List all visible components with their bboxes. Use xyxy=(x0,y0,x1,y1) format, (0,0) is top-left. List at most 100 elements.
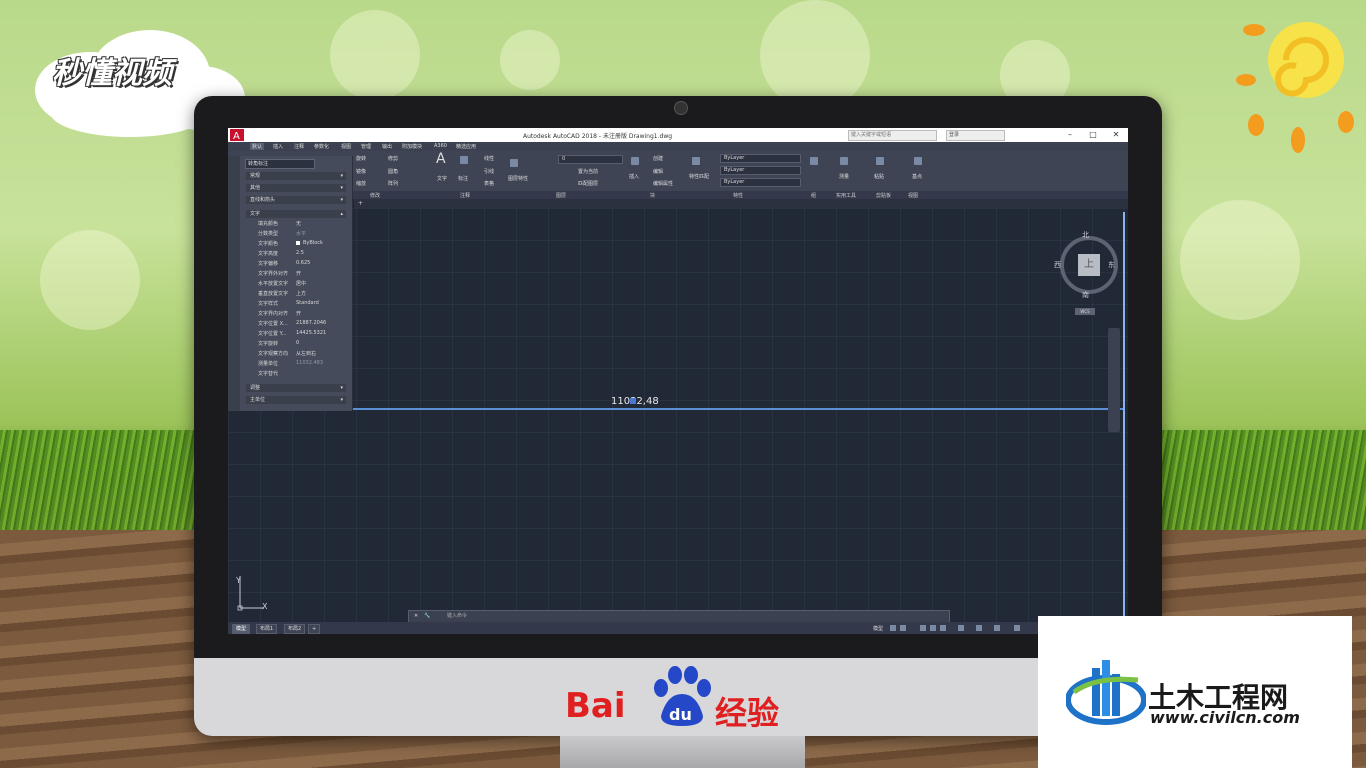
model-space-label[interactable]: 模型 xyxy=(873,625,883,632)
layer-properties-icon[interactable] xyxy=(510,159,518,167)
measure-button[interactable]: 测量 xyxy=(839,173,849,180)
property-row[interactable]: 文字偏移 0.625 xyxy=(250,258,350,268)
panel-utilities[interactable]: 实用工具 xyxy=(836,192,856,199)
scale-button[interactable]: 缩放 xyxy=(356,180,366,187)
mirror-button[interactable]: 镜像 xyxy=(356,168,366,175)
tab-default[interactable]: 默认 xyxy=(250,143,265,150)
text-icon[interactable]: A xyxy=(436,151,446,167)
property-row[interactable]: 分数类型 水平 xyxy=(250,228,350,238)
viewcube-east[interactable]: 东 xyxy=(1108,260,1115,270)
tab-model[interactable]: 模型 xyxy=(232,624,251,634)
measure-icon[interactable] xyxy=(840,157,848,165)
minimize-icon[interactable]: – xyxy=(1063,129,1077,141)
customize-icon[interactable]: 🔧 xyxy=(424,611,430,622)
category-primary-units[interactable]: 主单位 ▾ xyxy=(246,396,346,404)
make-current-button[interactable]: 置为当前 xyxy=(578,168,598,175)
new-tab-icon[interactable]: + xyxy=(358,200,363,207)
array-button[interactable]: 阵列 xyxy=(388,180,398,187)
wcs-menu[interactable]: WCS xyxy=(1075,308,1095,315)
property-row[interactable]: 文字界内对齐 开 xyxy=(250,308,350,318)
lineweight-dropdown[interactable]: ByLayer xyxy=(720,178,801,187)
dimension-button[interactable]: 标注 xyxy=(458,175,468,182)
tab-annotate[interactable]: 注释 xyxy=(294,143,304,150)
property-row[interactable]: 文字观察方向 从左到右 xyxy=(250,348,350,358)
match-layer-button[interactable]: 匹配图层 xyxy=(578,180,598,187)
fillet-button[interactable]: 圆角 xyxy=(388,168,398,175)
property-row[interactable]: 文字旋转 0 xyxy=(250,338,350,348)
ortho-icon[interactable] xyxy=(920,625,926,631)
tab-addins[interactable]: 附加模块 xyxy=(402,143,422,150)
close-command-icon[interactable]: ✕ xyxy=(414,611,418,622)
property-row[interactable]: 填充颜色 无 xyxy=(250,218,350,228)
insert-button[interactable]: 插入 xyxy=(629,173,639,180)
property-row[interactable]: 测量单位 11032.483 xyxy=(250,358,350,368)
osnap-icon[interactable] xyxy=(940,625,946,631)
category-lines-arrows[interactable]: 直线和箭头 ▾ xyxy=(246,196,346,204)
tab-layout1[interactable]: 布局1 xyxy=(256,624,278,634)
add-layout-icon[interactable]: + xyxy=(308,624,321,634)
drawing-canvas[interactable]: 11032,48 上 北 南 东 西 WCS Y X ✕ 🔧 键入命令 xyxy=(228,208,1128,623)
panel-groups[interactable]: 组 xyxy=(811,192,816,199)
tab-layout2[interactable]: 布局2 xyxy=(284,624,306,634)
workspace-gear-icon[interactable] xyxy=(976,625,982,631)
property-row[interactable]: 文字替代 xyxy=(250,368,350,378)
panel-layers[interactable]: 图层 xyxy=(556,192,566,199)
category-text[interactable]: 文字 ▴ xyxy=(246,210,346,218)
paste-icon[interactable] xyxy=(876,157,884,165)
annotation-scale-icon[interactable] xyxy=(958,625,964,631)
group-icon[interactable] xyxy=(810,157,818,165)
edit-attributes-button[interactable]: 编辑属性 xyxy=(653,180,673,187)
property-row[interactable]: 文字位置 X... 21887.2046 xyxy=(250,318,350,328)
polar-icon[interactable] xyxy=(930,625,936,631)
tab-a360[interactable]: A360 xyxy=(434,143,447,149)
panel-clipboard[interactable]: 剪贴板 xyxy=(876,192,891,199)
maximize-icon[interactable]: □ xyxy=(1086,129,1100,141)
navigation-bar[interactable] xyxy=(1108,328,1120,432)
panel-annotation[interactable]: 注释 xyxy=(460,192,470,199)
property-row[interactable]: 垂直放置文字 上方 xyxy=(250,288,350,298)
tab-output[interactable]: 输出 xyxy=(382,143,392,150)
command-input[interactable]: 键入命令 xyxy=(447,611,467,622)
edit-block-button[interactable]: 编辑 xyxy=(653,168,663,175)
selected-dimension-line[interactable] xyxy=(352,408,1124,410)
tab-manage[interactable]: 管理 xyxy=(361,143,371,150)
sign-in-button[interactable]: 登录 xyxy=(946,130,1005,141)
panel-view[interactable]: 视图 xyxy=(908,192,918,199)
viewcube-south[interactable]: 南 xyxy=(1082,290,1089,300)
layer-dropdown[interactable]: 0 xyxy=(558,155,623,164)
tab-parametric[interactable]: 参数化 xyxy=(314,143,329,150)
category-misc[interactable]: 其他 ▾ xyxy=(246,184,346,192)
close-icon[interactable]: ✕ xyxy=(1109,129,1123,141)
tab-view[interactable]: 视图 xyxy=(341,143,351,150)
property-row[interactable]: 文字位置 Y... 14425.5321 xyxy=(250,328,350,338)
object-type-dropdown[interactable]: 转角标注 xyxy=(245,159,315,169)
property-row[interactable]: 文字颜色 ByBlock xyxy=(250,238,350,248)
tab-featured-apps[interactable]: 精选应用 xyxy=(456,143,476,150)
rotate-button[interactable]: 旋转 xyxy=(356,155,366,162)
text-button[interactable]: 文字 xyxy=(437,175,447,182)
color-dropdown[interactable]: ByLayer xyxy=(720,154,801,163)
create-block-button[interactable]: 创建 xyxy=(653,155,663,162)
match-properties-button[interactable]: 特性匹配 xyxy=(689,173,709,180)
panel-properties[interactable]: 特性 xyxy=(733,192,743,199)
category-fit[interactable]: 调整 ▾ xyxy=(246,384,346,392)
property-row[interactable]: 文字界外对齐 开 xyxy=(250,268,350,278)
property-row[interactable]: 水平放置文字 居中 xyxy=(250,278,350,288)
viewcube-top-face[interactable]: 上 xyxy=(1078,254,1100,276)
isolate-icon[interactable] xyxy=(994,625,1000,631)
base-point-button[interactable]: 基点 xyxy=(912,173,922,180)
base-point-icon[interactable] xyxy=(914,157,922,165)
category-general[interactable]: 常规 ▾ xyxy=(246,172,346,180)
viewcube-west[interactable]: 西 xyxy=(1054,260,1061,270)
tab-insert[interactable]: 插入 xyxy=(273,143,283,150)
customize-status-icon[interactable] xyxy=(1014,625,1020,631)
layer-properties-button[interactable]: 图层特性 xyxy=(508,175,528,182)
property-row[interactable]: 文字高度 2.5 xyxy=(250,248,350,258)
dimension-icon[interactable] xyxy=(460,156,468,164)
linear-button[interactable]: 线性 xyxy=(484,155,494,162)
leader-button[interactable]: 引线 xyxy=(484,168,494,175)
grid-icon[interactable] xyxy=(890,625,896,631)
snap-icon[interactable] xyxy=(900,625,906,631)
table-button[interactable]: 表格 xyxy=(484,180,494,187)
insert-icon[interactable] xyxy=(631,157,639,165)
